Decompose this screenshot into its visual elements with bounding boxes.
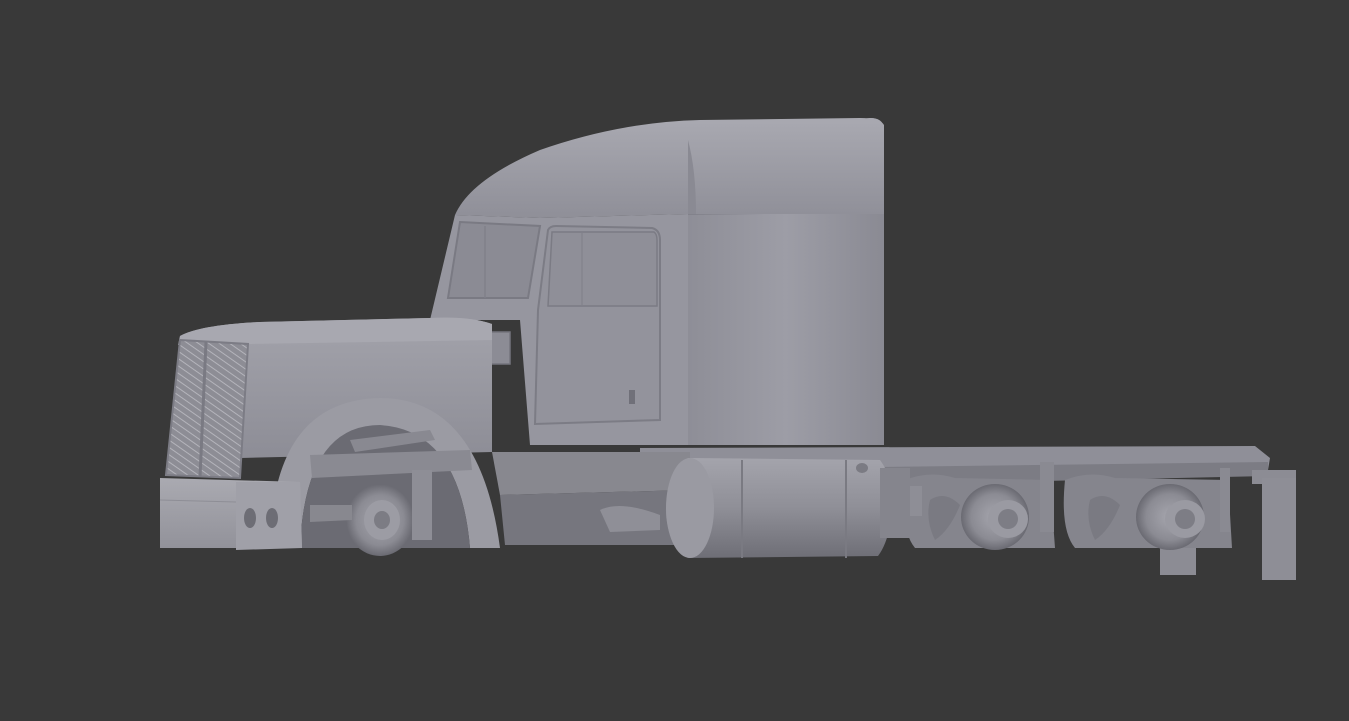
grille (164, 338, 250, 480)
fuel-cap (856, 463, 868, 473)
3d-viewport[interactable] (0, 0, 1349, 721)
windshield (446, 220, 542, 299)
cab-step (492, 452, 690, 545)
door-window (547, 231, 658, 307)
rear-axle-1 (903, 474, 1055, 550)
tow-hook-left (244, 508, 256, 528)
fuel-tank (665, 458, 893, 558)
front-bumper (159, 478, 302, 550)
door-handle (629, 390, 635, 404)
roof-fairing (455, 118, 884, 218)
tow-hook-right (266, 508, 278, 528)
truck-model-render[interactable] (0, 0, 1349, 721)
side-mirror (489, 331, 511, 365)
